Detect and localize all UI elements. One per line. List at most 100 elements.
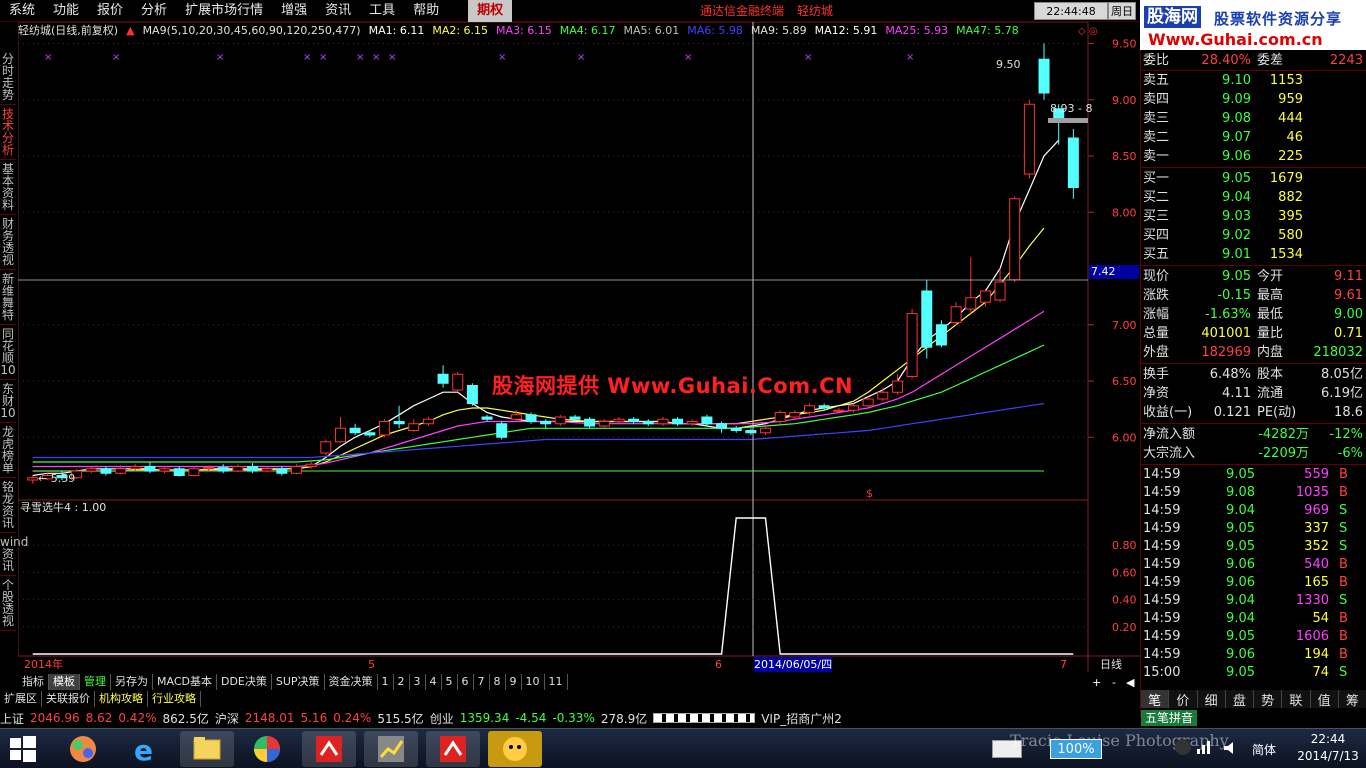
volume-icon[interactable] — [1222, 739, 1240, 757]
price-tick-label: 7.00 — [1112, 319, 1137, 332]
scroll-left-button[interactable]: ◀ — [1126, 676, 1134, 689]
bottom-num-tab-3[interactable]: 4 — [426, 674, 442, 690]
ball-app-icon[interactable] — [56, 731, 110, 767]
bottom-tab-6[interactable]: SUP决策 — [272, 674, 325, 690]
candle — [100, 466, 112, 476]
left-tab-3[interactable]: 财务透视 — [0, 215, 16, 270]
file-explorer-icon[interactable] — [180, 731, 234, 767]
bid-volume-1: 882 — [1278, 190, 1303, 205]
stock-app-icon[interactable] — [364, 731, 418, 767]
tick-side-0: B — [1339, 467, 1348, 482]
zoom-in-button[interactable]: + — [1092, 676, 1101, 689]
menu-item-extended-market[interactable]: 扩展市场行情 — [176, 0, 272, 22]
tick-volume-10: 194 — [1304, 647, 1329, 662]
stat-val2-4: 218032 — [1313, 345, 1363, 360]
left-tab-7[interactable]: 龙虎榜单 — [0, 423, 16, 478]
left-tab-10[interactable]: 个股透视 — [0, 576, 16, 631]
menu-item-news[interactable]: 资讯 — [316, 0, 360, 22]
bottom-num-tab-7[interactable]: 8 — [490, 674, 506, 690]
tick-row-8: 14:59 9.04 54 B — [1143, 610, 1365, 628]
bottom-num-tab-0[interactable]: 1 — [378, 674, 394, 690]
panel-tab-4[interactable]: 势 — [1254, 690, 1283, 709]
bid-price-0: 9.05 — [1222, 171, 1251, 186]
menu-item-function[interactable]: 功能 — [44, 0, 88, 22]
monkey-app-icon[interactable] — [488, 731, 542, 767]
bottom-num-tab-5[interactable]: 6 — [458, 674, 474, 690]
bottom-tab-2[interactable]: 管理 — [80, 674, 111, 690]
bottom-num-tab-9[interactable]: 10 — [522, 674, 545, 690]
bottom-num-tab-6[interactable]: 7 — [474, 674, 490, 690]
flow-row-1: 大宗流入 -2209万 -6% — [1143, 444, 1365, 463]
tick-row-9: 14:59 9.05 1606 B — [1143, 628, 1365, 646]
tray-clock[interactable]: 22:44 2014/7/13 — [1290, 731, 1366, 765]
ie-browser-icon[interactable]: e — [118, 731, 172, 767]
chart-diamond-icon[interactable]: ◇ ◎ — [1078, 26, 1098, 37]
menu-item-system[interactable]: 系统 — [0, 0, 44, 22]
menu-item-quote[interactable]: 报价 — [88, 0, 132, 22]
menu-item-help[interactable]: 帮助 — [404, 0, 448, 22]
server-name[interactable]: VIP_招商广州2 — [761, 710, 842, 727]
menu-item-tools[interactable]: 工具 — [360, 0, 404, 22]
bid-volume-2: 395 — [1278, 209, 1303, 224]
ext-tab-1[interactable]: 关联报价 — [42, 691, 95, 707]
menu-item-analysis[interactable]: 分析 — [132, 0, 176, 22]
color-wheel-app-icon[interactable] — [240, 731, 294, 767]
stock-name-title: 轻纺城 — [797, 4, 834, 18]
network-icon[interactable] — [1196, 737, 1214, 755]
ime-indicator[interactable]: 五笔拼音 — [1141, 710, 1198, 726]
tdx-app-icon-2[interactable] — [426, 731, 480, 767]
sh-index-label[interactable]: 上证 — [0, 710, 24, 727]
cy-index-label[interactable]: 创业 — [430, 710, 454, 727]
k-line-chart[interactable]: 9.50 9.00 8.50 8.00 7.00 6.50 6.00 × × × × × × × × × × × ×… — [18, 22, 1140, 692]
left-tab-4[interactable]: 新维舞特 — [0, 270, 16, 325]
ext-tab-0[interactable]: 扩展区 — [0, 691, 42, 707]
bottom-num-tab-8[interactable]: 9 — [506, 674, 522, 690]
left-tab-1[interactable]: 技术分析 — [0, 105, 16, 160]
candle — [1009, 196, 1021, 282]
bottom-tab-4[interactable]: MACD基本 — [153, 674, 217, 690]
tick-price-10: 9.06 — [1226, 647, 1255, 662]
panel-tab-0[interactable]: 笔 — [1141, 690, 1170, 709]
bottom-tab-1[interactable]: 模板 — [49, 674, 80, 690]
zoom-level[interactable]: 100% — [1050, 739, 1102, 759]
left-tab-0[interactable]: 分时走势 — [0, 50, 16, 105]
windows-start-icon[interactable] — [8, 735, 38, 763]
fund-val1-2: 0.121 — [1213, 405, 1251, 420]
panel-tab-3[interactable]: 盘 — [1226, 690, 1254, 709]
left-tab-9[interactable]: wind资讯 — [0, 533, 28, 576]
panel-tab-6[interactable]: 值 — [1311, 690, 1339, 709]
panel-tab-1[interactable]: 价 — [1169, 690, 1198, 709]
bottom-num-tab-10[interactable]: 11 — [545, 674, 568, 690]
last-price-label: 8.93 - 8 — [1050, 102, 1092, 115]
panel-tab-5[interactable]: 联 — [1282, 690, 1311, 709]
period-label[interactable]: 日线 — [1100, 657, 1122, 671]
tdx-app-icon-1[interactable] — [302, 731, 356, 767]
bottom-tab-7[interactable]: 资金决策 — [325, 674, 378, 690]
ext-tab-3[interactable]: 行业攻略 — [148, 691, 201, 707]
bottom-num-tab-4[interactable]: 5 — [442, 674, 458, 690]
flow-key-1: 大宗流入 — [1143, 446, 1196, 461]
panel-tab-2[interactable]: 细 — [1198, 690, 1226, 709]
language-indicator[interactable]: 简体 — [1252, 741, 1276, 758]
ext-tab-2[interactable]: 机构攻略 — [95, 691, 148, 707]
tick-row-1: 14:59 9.08 1035 B — [1143, 484, 1365, 502]
bottom-tab-0[interactable]: 指标 — [18, 674, 49, 690]
hs-index-label[interactable]: 沪深 — [215, 710, 239, 727]
menu-item-options[interactable]: 期权 — [468, 0, 513, 22]
tick-volume-6: 165 — [1304, 575, 1329, 590]
left-tab-6[interactable]: 东财10 — [0, 380, 16, 423]
tick-volume-1: 1035 — [1295, 485, 1329, 500]
tick-time-3: 14:59 — [1143, 521, 1181, 536]
zoom-out-button[interactable]: - — [1112, 676, 1116, 689]
indicator-title: 寻雪选牛4 : 1.00 — [20, 501, 107, 514]
bottom-num-tab-2[interactable]: 3 — [410, 674, 426, 690]
left-tab-2[interactable]: 基本资料 — [0, 160, 16, 215]
left-tab-8[interactable]: 铭龙资讯 — [0, 478, 16, 533]
bottom-num-tab-1[interactable]: 2 — [394, 674, 410, 690]
menu-item-enhance[interactable]: 增强 — [272, 0, 316, 22]
panel-tab-7[interactable]: 筹 — [1339, 690, 1366, 709]
left-tab-5[interactable]: 同花顺10 — [0, 325, 16, 380]
qq-icon[interactable] — [1175, 739, 1191, 755]
bottom-tab-3[interactable]: 另存为 — [111, 674, 153, 690]
bottom-tab-5[interactable]: DDE决策 — [217, 674, 272, 690]
